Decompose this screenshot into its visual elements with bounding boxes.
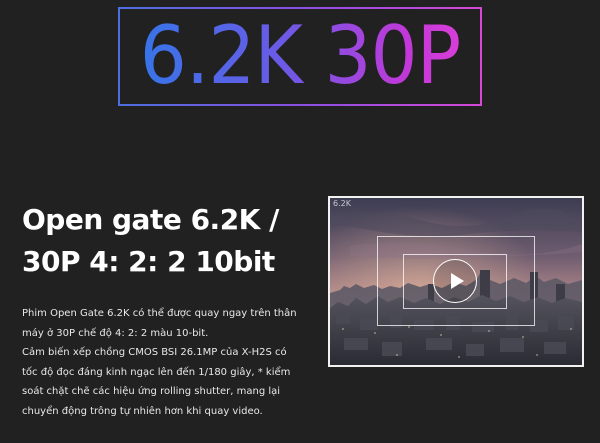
hero-frame: 6.2K 30P [118,7,482,106]
resolution-label: 6.2K [333,199,351,208]
feature-heading-line2: 30P 4: 2: 2 10bit [22,245,275,278]
feature-heading: Open gate 6.2K / 30P 4: 2: 2 10bit [22,199,292,283]
hero-subtitle-text: 4K 120P [242,125,358,165]
play-button[interactable] [433,259,477,303]
hero-subtitle: 4K 120P [0,123,600,167]
hero-title: 6.2K 30P [120,10,480,103]
feature-description: Phim Open Gate 6.2K có thể được quay nga… [22,304,302,421]
feature-paragraph-2: Cảm biến xếp chồng CMOS BSI 26.1MP của X… [22,347,291,417]
feature-heading-line1: Open gate 6.2K / [22,203,279,236]
play-icon [451,273,464,289]
feature-paragraph-1: Phim Open Gate 6.2K có thể được quay nga… [22,308,297,339]
video-player[interactable]: 6.2K [328,196,584,367]
